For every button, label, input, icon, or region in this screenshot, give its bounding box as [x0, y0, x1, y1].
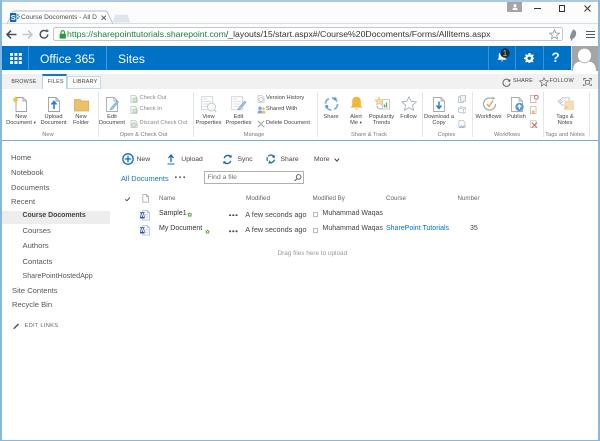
svg-text:W: W — [140, 213, 145, 219]
svg-text:W: W — [140, 228, 145, 234]
svg-text:1: 1 — [503, 48, 508, 57]
svg-text:S: S — [11, 13, 16, 22]
